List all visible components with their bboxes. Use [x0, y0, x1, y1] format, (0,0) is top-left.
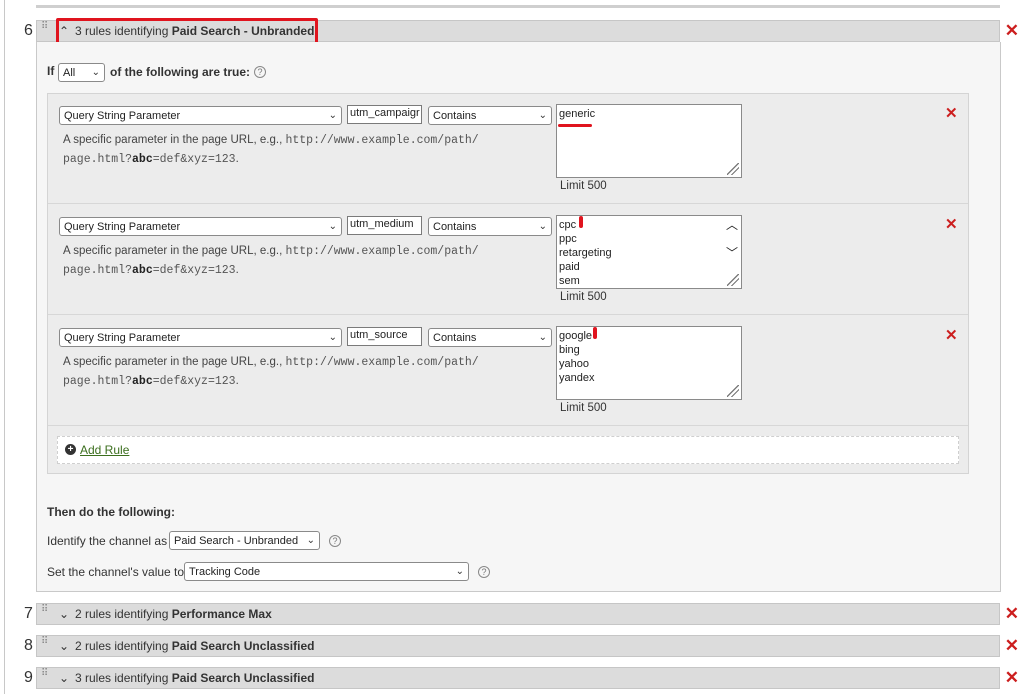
values-textarea[interactable]: generic — [556, 104, 742, 178]
chevron-down-icon: ⌄ — [306, 535, 315, 546]
chevron-down-icon: ⌄ — [91, 67, 100, 78]
delete-rule-icon[interactable]: ✕ — [945, 326, 958, 344]
rule-row-2: Query String Parameter ⌄ utm_medium Conta… — [48, 205, 968, 315]
section-number-7: 7 — [24, 605, 33, 622]
resize-handle-icon[interactable] — [727, 163, 739, 175]
param-input[interactable]: utm_campaigr — [347, 105, 422, 124]
section-title-8[interactable]: 2 rules identifying Paid Search Unclassi… — [75, 639, 314, 653]
scroll-up-icon[interactable]: ︿ — [726, 218, 738, 232]
chevron-down-icon: ⌄ — [538, 110, 547, 121]
resize-handle-icon[interactable] — [727, 385, 739, 397]
drag-handle-icon[interactable]: ⠿ — [41, 669, 53, 683]
chevron-down-icon: ⌄ — [538, 221, 547, 232]
plus-circle-icon: + — [65, 444, 76, 455]
top-divider — [36, 5, 1000, 8]
annotation-mark — [579, 216, 583, 228]
delete-rule-icon[interactable]: ✕ — [945, 215, 958, 233]
section-header-7[interactable]: ⠿ ⌄ 2 rules identifying Performance Max … — [36, 603, 1019, 625]
set-value-label: Set the channel's value to — [47, 565, 185, 579]
rule-row-3: Query String Parameter ⌄ utm_source Conta… — [48, 316, 968, 426]
operator-select[interactable]: Contains ⌄ — [428, 106, 552, 125]
condition-line: If — [47, 64, 55, 78]
section-header-9[interactable]: ⠿ ⌄ 3 rules identifying Paid Search Uncl… — [36, 667, 1019, 689]
value-source-select[interactable]: Tracking Code ⌄ — [184, 562, 469, 581]
rule-description: A specific parameter in the page URL, e.… — [63, 356, 479, 388]
left-border — [4, 0, 5, 694]
drag-handle-icon[interactable]: ⠿ — [41, 637, 53, 651]
limit-label: Limit 500 — [560, 180, 607, 192]
delete-section-9-icon[interactable]: ✕ — [1005, 668, 1019, 688]
rule-type-select[interactable]: Query String Parameter ⌄ — [59, 328, 342, 347]
drag-handle-icon[interactable]: ⠿ — [41, 22, 53, 36]
delete-rule-icon[interactable]: ✕ — [945, 104, 958, 122]
section-number-8: 8 — [24, 637, 33, 654]
param-input[interactable]: utm_medium — [347, 216, 422, 235]
delete-section-6-icon[interactable]: ✕ — [1005, 21, 1019, 41]
drag-handle-icon[interactable]: ⠿ — [41, 605, 53, 619]
rules-container: Query String Parameter ⌄ utm_campaigr Con… — [47, 93, 969, 474]
help-icon[interactable]: ? — [329, 535, 341, 547]
values-textarea[interactable]: google bing yahoo yandex — [556, 326, 742, 400]
rule-description: A specific parameter in the page URL, e.… — [63, 245, 479, 277]
rule-row-1: Query String Parameter ⌄ utm_campaigr Con… — [48, 94, 968, 204]
param-input[interactable]: utm_source — [347, 327, 422, 346]
condition-suffix: of the following are true: — [110, 65, 250, 79]
help-icon[interactable]: ? — [254, 66, 266, 78]
add-rule-button[interactable]: + Add Rule — [57, 436, 959, 464]
annotation-mark — [593, 327, 597, 339]
scroll-down-icon[interactable]: ﹀ — [726, 246, 738, 260]
rule-type-select[interactable]: Query String Parameter ⌄ — [59, 106, 342, 125]
rule-description: A specific parameter in the page URL, e.… — [63, 134, 479, 166]
limit-label: Limit 500 — [560, 402, 607, 414]
limit-label: Limit 500 — [560, 291, 607, 303]
match-select[interactable]: All ⌄ — [58, 63, 105, 82]
chevron-down-icon: ⌄ — [328, 332, 337, 343]
channel-select[interactable]: Paid Search - Unbranded ⌄ — [169, 531, 320, 550]
chevron-down-icon[interactable]: ⌄ — [59, 607, 69, 621]
help-icon[interactable]: ? — [478, 566, 490, 578]
chevron-down-icon: ⌄ — [328, 110, 337, 121]
chevron-down-icon: ⌄ — [328, 221, 337, 232]
chevron-down-icon[interactable]: ⌄ — [59, 671, 69, 685]
section-title-7[interactable]: 2 rules identifying Performance Max — [75, 607, 272, 621]
scrollbar[interactable]: ︿ ﹀ — [725, 218, 739, 274]
identify-label: Identify the channel as — [47, 534, 168, 548]
section-header-8[interactable]: ⠿ ⌄ 2 rules identifying Paid Search Uncl… — [36, 635, 1019, 657]
delete-section-8-icon[interactable]: ✕ — [1005, 636, 1019, 656]
chevron-down-icon: ⌄ — [455, 566, 464, 577]
operator-select[interactable]: Contains ⌄ — [428, 217, 552, 236]
section-number-9: 9 — [24, 669, 33, 686]
rule-type-select[interactable]: Query String Parameter ⌄ — [59, 217, 342, 236]
resize-handle-icon[interactable] — [727, 274, 739, 286]
delete-section-7-icon[interactable]: ✕ — [1005, 604, 1019, 624]
values-textarea[interactable]: cpc ppc retargeting paid sem ︿ ﹀ — [556, 215, 742, 289]
operator-select[interactable]: Contains ⌄ — [428, 328, 552, 347]
chevron-down-icon[interactable]: ⌄ — [59, 639, 69, 653]
chevron-down-icon: ⌄ — [538, 332, 547, 343]
section-number-6: 6 — [24, 22, 33, 39]
annotation-underline — [558, 124, 592, 127]
section-title-9[interactable]: 3 rules identifying Paid Search Unclassi… — [75, 671, 314, 685]
then-heading: Then do the following: — [47, 505, 175, 519]
